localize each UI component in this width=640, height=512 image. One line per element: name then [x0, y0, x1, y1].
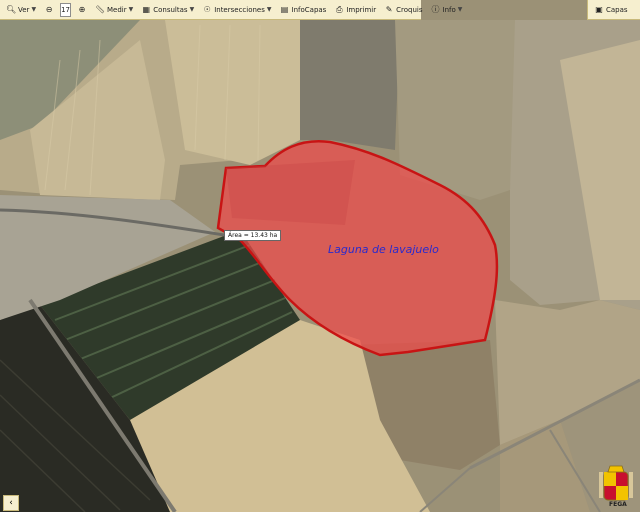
zoom-out-button[interactable]: ⊖ [42, 2, 56, 18]
layers-toolbar: ▣ Capas [587, 0, 640, 20]
medir-label: Medir [106, 5, 127, 14]
intersecciones-label: Intersecciones [214, 5, 265, 14]
area-measure-label: Área = 13.43 ha [224, 230, 282, 241]
croquis-label: Croquis [396, 5, 423, 14]
print-icon: ⎙ [336, 4, 343, 14]
consultas-menu[interactable]: ▦ Consultas ▼ [139, 2, 196, 18]
infocapas-label: InfoCapas [291, 5, 327, 14]
consultas-label: Consultas [153, 5, 188, 14]
search-icon: 🔍︎ [6, 4, 17, 14]
capas-label: Capas [606, 5, 628, 14]
chevron-down-icon: ▼ [266, 6, 272, 13]
info-menu[interactable]: ⓘ Info ▼ [429, 2, 465, 18]
imprimir-button[interactable]: ⎙ Imprimir [332, 2, 378, 18]
info-label: Info [442, 5, 456, 14]
zoom-out-icon: ⊖ [45, 4, 53, 14]
chevron-down-icon: ▼ [128, 6, 134, 13]
imprimir-label: Imprimir [346, 5, 377, 14]
layers-info-icon: ▤ [280, 4, 289, 14]
expand-left-icon[interactable]: ‹ [3, 495, 19, 511]
main-toolbar: 🔍︎ Ver ▼ ⊖ 17 ⊕ 📏︎ Medir ▼ ▦ Consultas ▼… [0, 0, 462, 20]
layers-icon: ▣ [595, 4, 603, 14]
parcel-name-label: Laguna de lavajuelo [328, 243, 439, 256]
ver-menu[interactable]: 🔍︎ Ver ▼ [4, 2, 38, 18]
chevron-down-icon: ▼ [189, 6, 195, 13]
chevron-down-icon: ▼ [31, 6, 37, 13]
intersect-icon: ☉ [203, 4, 211, 14]
intersecciones-menu[interactable]: ☉ Intersecciones ▼ [200, 2, 273, 18]
medir-menu[interactable]: 📏︎ Medir ▼ [93, 2, 135, 18]
logo-text: FEGA [609, 501, 627, 508]
info-icon: ⓘ [431, 4, 440, 14]
ver-label: Ver [18, 5, 30, 14]
sketch-icon: ✎ [385, 4, 393, 14]
map-canvas[interactable] [0, 0, 640, 512]
chevron-down-icon: ▼ [457, 6, 463, 13]
croquis-button[interactable]: ✎ Croquis [382, 2, 424, 18]
zoom-in-button[interactable]: ⊕ [75, 2, 89, 18]
infocapas-button[interactable]: ▤ InfoCapas [278, 2, 329, 18]
capas-button[interactable]: ▣ Capas [592, 2, 630, 18]
zoom-level-input[interactable]: 17 [60, 2, 71, 17]
query-icon: ▦ [142, 4, 151, 14]
ruler-icon: 📏︎ [94, 4, 106, 14]
zoom-in-icon: ⊕ [78, 4, 86, 14]
